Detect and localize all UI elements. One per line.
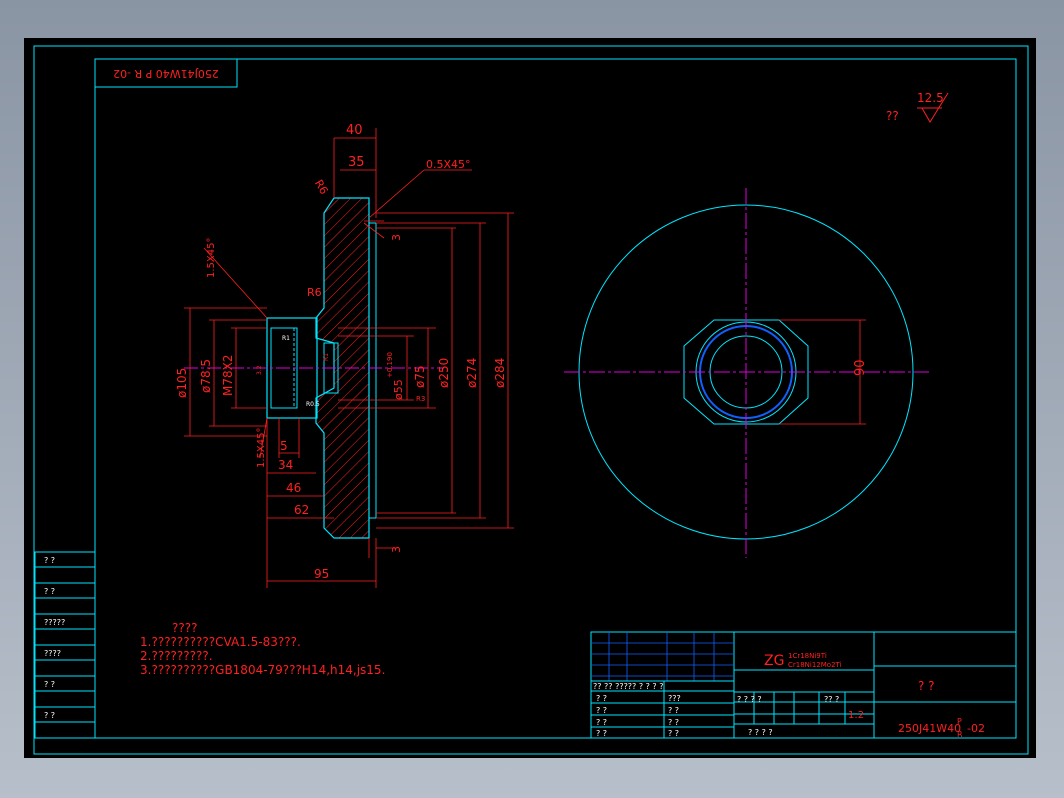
- tb-mid-4: ? ?: [668, 729, 679, 738]
- dim-chamfer-top: 0.5X45°: [426, 158, 471, 171]
- tb-part-name: ? ?: [918, 679, 935, 693]
- tb-mid-2: ? ?: [668, 706, 679, 715]
- dim-chamfer-left: 1.5X45°: [206, 238, 217, 278]
- tb-row-4: ? ?: [596, 718, 607, 727]
- left-stamps: ? ? ? ? ????? ???? ? ? ? ?: [34, 551, 96, 739]
- dim-chamfer-bottom: 1.5X45°: [256, 428, 267, 468]
- notes-line-1: 1.??????????CVA1.5-83???.: [140, 635, 301, 649]
- tb-row-3: ? ?: [596, 706, 607, 715]
- tb-scale: 1:2: [848, 710, 864, 721]
- tb-material-1: 1Cr18Ni9Ti: [788, 652, 827, 660]
- tb-header-qq: ?? ?: [824, 695, 839, 704]
- roughness-symbol: ?? 12.5: [886, 91, 949, 123]
- dim-m78: M78X2: [221, 355, 235, 396]
- left-stamp-5: ? ?: [44, 680, 55, 689]
- tb-row-2: ? ?: [596, 694, 607, 703]
- title-block: ?? ? ? ???? ? ? ? ? ? ? ? ? ? ? ? ? ? ? ?? …: [590, 631, 1017, 739]
- tb-material-main: ZG: [764, 653, 784, 669]
- technical-notes: ???? 1.??????????CVA1.5-83???. 2.???????…: [140, 621, 385, 677]
- tb-drawing-p: P: [957, 717, 962, 726]
- left-stamp-4: ????: [44, 649, 61, 658]
- tb-row-1: ?? ?? ????? ? ? ? ?: [593, 682, 663, 691]
- dim-78: ø78.5: [199, 359, 213, 393]
- dim-5: 5: [280, 439, 288, 453]
- tb-mid-1: ???: [668, 694, 681, 703]
- dim-40: 40: [346, 123, 363, 138]
- dim-r1b: R1: [323, 353, 330, 361]
- drawing-svg: 250J41W40 P R -02 ?? 12.5 40 35 0.5X45° …: [33, 45, 1029, 755]
- roughness-value: 12.5: [917, 91, 944, 105]
- tb-drawing-suffix: -02: [967, 722, 985, 735]
- tb-material-2: Cr18Ni12Mo2Ti: [788, 661, 842, 669]
- dim-3-top: 3: [390, 234, 403, 241]
- dim-34: 34: [278, 458, 293, 472]
- front-view: 90: [564, 188, 929, 558]
- dim-62: 62: [294, 503, 309, 517]
- tb-mid-3: ? ?: [668, 718, 679, 727]
- dim-55-tol: +0.190: [386, 352, 394, 378]
- tb-row-5: ? ?: [596, 729, 607, 738]
- dim-46: 46: [286, 481, 301, 495]
- dim-105: ø105: [175, 368, 189, 398]
- left-stamp-2: ? ?: [44, 587, 55, 596]
- mirrored-title-stamp: 250J41W40 P R -02: [94, 58, 238, 88]
- tb-header-right: ? ? ? ?: [737, 695, 762, 704]
- dim-r05: R0.5: [306, 401, 320, 408]
- tb-drawing-no: 250J41W40: [898, 722, 961, 735]
- dim-95: 95: [314, 567, 329, 581]
- dim-274: ø274: [465, 358, 479, 388]
- tb-drawing-r: R: [957, 730, 963, 739]
- dim-3-bottom: 3: [390, 546, 403, 553]
- dim-75: ø75: [413, 365, 427, 388]
- dim-r6a: R6: [312, 178, 331, 197]
- roughness-label: ??: [886, 109, 899, 123]
- dim-r3: R3: [416, 395, 425, 403]
- cad-drawing-canvas[interactable]: 250J41W40 P R -02 ?? 12.5 40 35 0.5X45° …: [24, 38, 1036, 758]
- notes-line-2: 2.?????????.: [140, 649, 213, 663]
- dim-90: 90: [853, 359, 868, 376]
- notes-heading: ????: [172, 621, 197, 635]
- dim-35: 35: [348, 155, 365, 170]
- mirrored-title-text: 250J41W40 P R -02: [113, 67, 219, 80]
- dim-250: ø250: [437, 358, 451, 388]
- left-stamp-3: ?????: [44, 618, 65, 627]
- dim-3-2: 3.2: [256, 365, 263, 375]
- notes-line-3: 3.??????????GB1804-79???H14,h14,js15.: [140, 663, 385, 677]
- tb-footer: ? ? ? ?: [748, 728, 773, 737]
- dim-284: ø284: [493, 358, 507, 388]
- dim-r6b: R6: [307, 286, 322, 299]
- dim-55: ø55: [392, 379, 405, 400]
- left-stamp-6: ? ?: [44, 711, 55, 720]
- left-stamp-1: ? ?: [44, 556, 55, 565]
- dim-r1: R1: [282, 335, 290, 342]
